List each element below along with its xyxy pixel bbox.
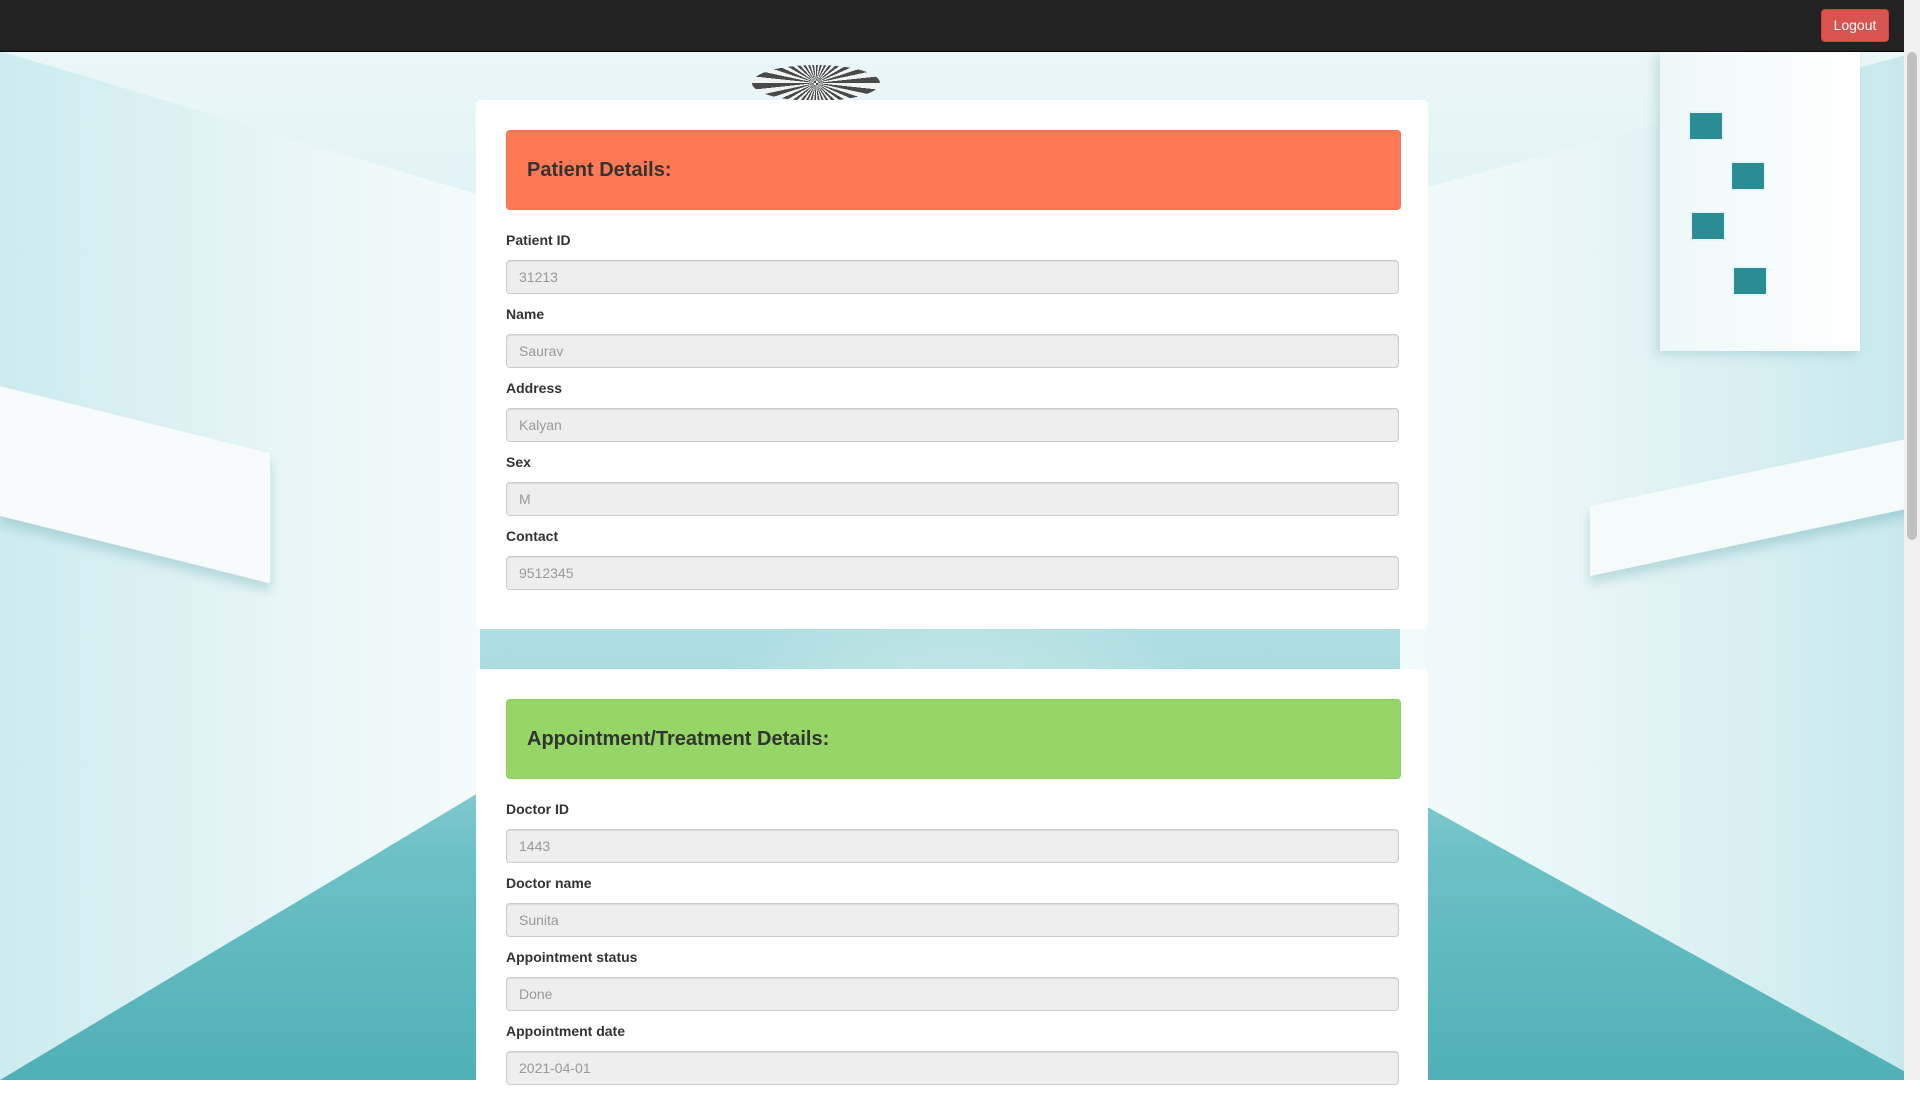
patient-details-card: Patient Details: Patient ID Name Address… bbox=[476, 100, 1428, 629]
sex-label: Sex bbox=[506, 454, 531, 470]
appointment-details-header: Appointment/Treatment Details: bbox=[506, 699, 1401, 779]
appointment-details-card: Appointment/Treatment Details: Doctor ID… bbox=[476, 669, 1428, 1099]
patient-id-field[interactable] bbox=[506, 260, 1399, 294]
appointment-date-label: Appointment date bbox=[506, 1023, 625, 1039]
patient-id-group: Patient ID bbox=[506, 230, 1399, 294]
doctor-name-group: Doctor name bbox=[506, 873, 1399, 937]
name-field[interactable] bbox=[506, 334, 1399, 368]
top-navbar: Logout bbox=[0, 0, 1920, 52]
sex-field[interactable] bbox=[506, 482, 1399, 516]
logout-button[interactable]: Logout bbox=[1821, 9, 1889, 42]
contact-label: Contact bbox=[506, 528, 559, 544]
patient-details-header: Patient Details: bbox=[506, 130, 1401, 210]
appointment-date-group: Appointment date bbox=[506, 1021, 1399, 1085]
name-group: Name bbox=[506, 304, 1399, 368]
address-group: Address bbox=[506, 378, 1399, 442]
appointment-status-group: Appointment status bbox=[506, 947, 1399, 1011]
doctor-id-label: Doctor ID bbox=[506, 801, 569, 817]
page-scrollbar[interactable] bbox=[1904, 0, 1920, 1080]
sex-group: Sex bbox=[506, 452, 1399, 516]
doctor-id-group: Doctor ID bbox=[506, 799, 1399, 863]
appointment-status-label: Appointment status bbox=[506, 949, 638, 965]
appointment-details-title: Appointment/Treatment Details: bbox=[527, 728, 830, 750]
contact-field[interactable] bbox=[506, 556, 1399, 590]
address-label: Address bbox=[506, 380, 563, 396]
patient-id-label: Patient ID bbox=[506, 232, 571, 248]
doctor-name-label: Doctor name bbox=[506, 875, 592, 891]
patient-details-title: Patient Details: bbox=[527, 159, 672, 181]
contact-group: Contact bbox=[506, 526, 1399, 590]
doctor-name-field[interactable] bbox=[506, 903, 1399, 937]
doctor-id-field[interactable] bbox=[506, 829, 1399, 863]
name-label: Name bbox=[506, 306, 545, 322]
address-field[interactable] bbox=[506, 408, 1399, 442]
scrollbar-thumb[interactable] bbox=[1907, 52, 1917, 540]
appointment-status-field[interactable] bbox=[506, 977, 1399, 1011]
